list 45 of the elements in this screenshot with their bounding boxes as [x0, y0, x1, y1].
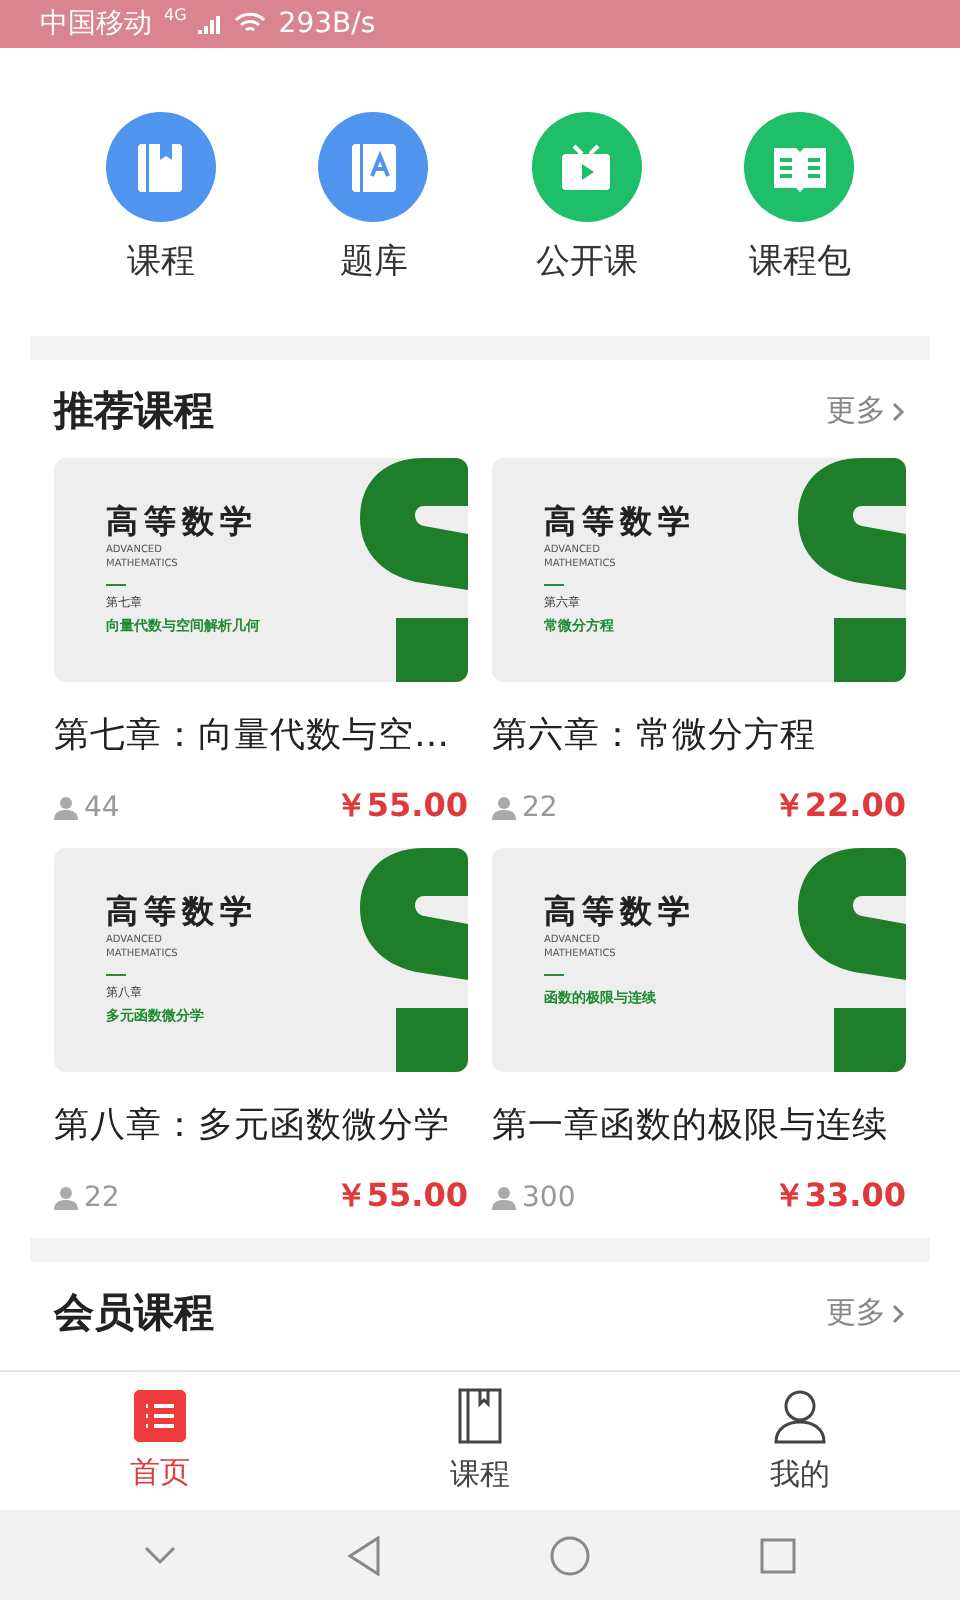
course-title: 第八章：多元函数微分学 [54, 1104, 452, 1148]
student-count: 22 [84, 1181, 120, 1213]
person-icon [54, 795, 78, 819]
signal-icon [198, 13, 223, 35]
course-price: ￥22.00 [772, 786, 906, 828]
notebook-icon [136, 141, 185, 193]
student-count: 44 [84, 791, 120, 823]
course-title: 第一章函数的极限与连续 [492, 1104, 890, 1148]
course-price: ￥33.00 [772, 1176, 906, 1218]
list-icon [134, 1390, 186, 1442]
more-link[interactable]: 更多 [826, 392, 906, 430]
student-count: 22 [522, 791, 558, 823]
letter-book-icon [349, 141, 398, 193]
wifi-icon [234, 12, 267, 36]
person-icon [54, 1185, 78, 1209]
open-book-icon [771, 143, 828, 191]
tab-item[interactable]: 课程 [390, 1372, 570, 1510]
course-price: ￥55.00 [334, 786, 468, 828]
section-title: 会员课程 [54, 1286, 214, 1340]
course-title: 第六章：常微分方程 [492, 714, 818, 758]
person-icon [492, 795, 516, 819]
section-title: 推荐课程 [54, 384, 214, 438]
chevron-right-icon [890, 1301, 906, 1325]
carrier-text: 中国移动 [40, 6, 152, 42]
more-link[interactable]: 更多 [826, 1294, 906, 1332]
back-icon[interactable] [345, 1535, 382, 1575]
recent-apps-icon[interactable] [759, 1537, 796, 1573]
chevron-down-icon[interactable] [144, 1545, 177, 1565]
cover-title: 高等数学 [106, 892, 260, 934]
chevron-right-icon [890, 399, 906, 423]
user-icon [772, 1388, 828, 1444]
notebook-icon [458, 1388, 502, 1444]
network-speed: 293B/s [278, 8, 376, 40]
person-icon [492, 1185, 516, 1209]
tv-play-icon [560, 143, 613, 191]
network-type: 4G [164, 6, 187, 24]
tab-item[interactable]: 我的 [710, 1372, 890, 1510]
cover-title: 高等数学 [544, 502, 698, 544]
cover-title: 高等数学 [544, 892, 698, 934]
student-count: 300 [522, 1181, 576, 1213]
cover-title: 高等数学 [106, 502, 260, 544]
home-icon[interactable] [550, 1535, 591, 1575]
tab-item[interactable]: 首页 [70, 1372, 250, 1510]
course-title: 第七章：向量代数与空… [54, 714, 451, 758]
course-price: ￥55.00 [334, 1176, 468, 1218]
